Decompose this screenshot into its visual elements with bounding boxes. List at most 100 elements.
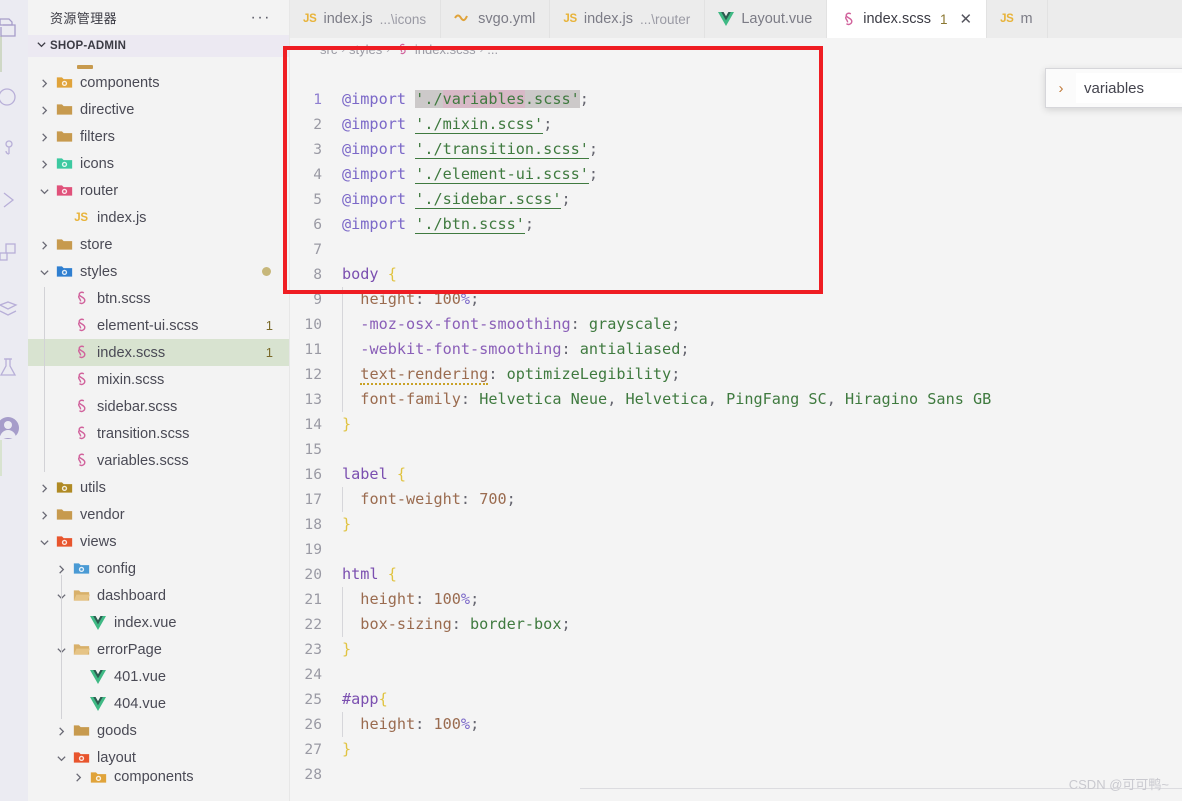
- code-line[interactable]: 23}: [290, 637, 1182, 662]
- tree-folder-config[interactable]: config: [28, 555, 289, 582]
- code-line[interactable]: 20 html {: [290, 562, 1182, 587]
- editor-tab-bar[interactable]: JS index.js ...\icons svgo.yml JS index.js...…: [290, 0, 1182, 38]
- editor-tab-index-js[interactable]: JS index.js ...\icons: [290, 0, 442, 38]
- code-line[interactable]: 24: [290, 662, 1182, 687]
- search-icon[interactable]: [0, 78, 28, 118]
- tree-twisty[interactable]: [53, 724, 70, 736]
- tree-file-404-vue[interactable]: 404.vue: [28, 690, 289, 717]
- extensions-icon[interactable]: [0, 232, 28, 272]
- tree-folder-goods[interactable]: goods: [28, 717, 289, 744]
- code-line[interactable]: 27}: [290, 737, 1182, 762]
- code-line[interactable]: 14}: [290, 412, 1182, 437]
- chevron-right-icon[interactable]: [56, 723, 67, 737]
- tree-twisty[interactable]: [36, 130, 53, 142]
- tree-folder-views[interactable]: views: [28, 528, 289, 555]
- tree-twisty[interactable]: [53, 562, 70, 574]
- tree-twisty[interactable]: [36, 103, 53, 115]
- explorer-icon[interactable]: [0, 8, 28, 48]
- code-line[interactable]: 7: [290, 237, 1182, 262]
- chevron-right-icon[interactable]: [73, 770, 84, 784]
- code-line[interactable]: 2 @import './mixin.scss';: [290, 112, 1182, 137]
- tree-twisty[interactable]: [36, 481, 53, 493]
- code-line[interactable]: 25 #app{: [290, 687, 1182, 712]
- tree-twisty[interactable]: [70, 771, 87, 783]
- chevron-right-icon[interactable]: [39, 156, 50, 170]
- code-line[interactable]: 5 @import './sidebar.scss';: [290, 187, 1182, 212]
- tree-twisty[interactable]: [36, 535, 53, 547]
- code-line[interactable]: 4 @import './element-ui.scss';: [290, 162, 1182, 187]
- run-debug-icon[interactable]: [0, 180, 28, 220]
- tree-folder-styles[interactable]: styles: [28, 258, 289, 285]
- code-line[interactable]: 16 label {: [290, 462, 1182, 487]
- tree-folder-vendor[interactable]: vendor: [28, 501, 289, 528]
- remote-explorer-icon[interactable]: [0, 290, 28, 330]
- code-lines[interactable]: 1 @import './variables.scss'; 2 @import './…: [290, 87, 1182, 801]
- code-editor[interactable]: 1 @import './variables.scss'; 2 @import './…: [290, 61, 1182, 801]
- tree-file-btn-scss[interactable]: btn.scss: [28, 285, 289, 312]
- code-line[interactable]: 12 text-rendering: optimizeLegibility;: [290, 362, 1182, 387]
- code-line[interactable]: 28: [290, 762, 1182, 787]
- chevron-right-icon[interactable]: [56, 561, 67, 575]
- tree-folder-layout[interactable]: layout: [28, 744, 289, 771]
- tree-twisty[interactable]: [36, 184, 53, 196]
- close-icon[interactable]: ✕: [959, 12, 972, 27]
- code-line[interactable]: 17 font-weight: 700;: [290, 487, 1182, 512]
- explorer-more-actions-icon[interactable]: ···: [251, 9, 283, 25]
- chevron-down-icon[interactable]: [39, 534, 50, 548]
- tree-folder-components[interactable]: components: [28, 69, 289, 96]
- code-line[interactable]: 8 body {: [290, 262, 1182, 287]
- tree-folder-utils[interactable]: utils: [28, 474, 289, 501]
- tree-file-index-scss[interactable]: index.scss 1: [28, 339, 289, 366]
- tree-twisty[interactable]: [53, 751, 70, 763]
- rename-peek-widget[interactable]: ›: [1045, 68, 1182, 108]
- tree-folder-errorpage[interactable]: errorPage: [28, 636, 289, 663]
- chevron-right-icon[interactable]: ›: [1046, 80, 1076, 97]
- chevron-right-icon[interactable]: [39, 507, 50, 521]
- breadcrumb-item[interactable]: ...: [487, 42, 498, 57]
- rename-input[interactable]: [1076, 73, 1182, 103]
- tree-twisty[interactable]: [36, 157, 53, 169]
- source-control-icon[interactable]: [0, 128, 28, 168]
- chevron-down-icon[interactable]: [39, 183, 50, 197]
- code-line[interactable]: 3 @import './transition.scss';: [290, 137, 1182, 162]
- tree-folder-icons[interactable]: icons: [28, 150, 289, 177]
- tree-twisty[interactable]: [36, 508, 53, 520]
- tree-twisty[interactable]: [36, 238, 53, 250]
- test-beaker-icon[interactable]: [0, 348, 28, 388]
- tree-file-transition-scss[interactable]: transition.scss: [28, 420, 289, 447]
- chevron-right-icon[interactable]: [39, 75, 50, 89]
- tree-file-element-ui-scss[interactable]: element-ui.scss 1: [28, 312, 289, 339]
- editor-tab-m[interactable]: JS m: [987, 0, 1048, 38]
- tree-file-401-vue[interactable]: 401.vue: [28, 663, 289, 690]
- code-line[interactable]: 19: [290, 537, 1182, 562]
- chevron-down-icon[interactable]: [56, 750, 67, 764]
- chevron-right-icon[interactable]: [39, 480, 50, 494]
- tree-twisty[interactable]: [36, 265, 53, 277]
- code-line[interactable]: 9 height: 100%;: [290, 287, 1182, 312]
- breadcrumb[interactable]: src › styles › index.scss ›...: [290, 38, 1182, 61]
- tree-folder-router[interactable]: router: [28, 177, 289, 204]
- account-avatar-icon[interactable]: [0, 408, 28, 448]
- code-line[interactable]: 11 -webkit-font-smoothing: antialiased;: [290, 337, 1182, 362]
- tree-folder-filters[interactable]: filters: [28, 123, 289, 150]
- tree-file-variables-scss[interactable]: variables.scss: [28, 447, 289, 474]
- chevron-right-icon[interactable]: [39, 102, 50, 116]
- code-line[interactable]: 26 height: 100%;: [290, 712, 1182, 737]
- tree-folder-dashboard[interactable]: dashboard: [28, 582, 289, 609]
- code-line[interactable]: 13 font-family: Helvetica Neue, Helvetic…: [290, 387, 1182, 412]
- code-line[interactable]: 10 -moz-osx-font-smoothing: grayscale;: [290, 312, 1182, 337]
- tree-file-sidebar-scss[interactable]: sidebar.scss: [28, 393, 289, 420]
- workspace-root-header[interactable]: SHOP-ADMIN: [28, 35, 289, 57]
- editor-tab-layout-vue[interactable]: Layout.vue: [705, 0, 828, 38]
- code-line[interactable]: 22 box-sizing: border-box;: [290, 612, 1182, 637]
- tree-file-mixin-scss[interactable]: mixin.scss: [28, 366, 289, 393]
- breadcrumb-item[interactable]: src: [320, 42, 337, 57]
- code-line[interactable]: 21 height: 100%;: [290, 587, 1182, 612]
- tree-folder-store[interactable]: store: [28, 231, 289, 258]
- file-tree[interactable]: components directive filters icons route…: [28, 57, 289, 801]
- tree-file-index-js[interactable]: JS index.js: [28, 204, 289, 231]
- chevron-down-icon[interactable]: [39, 264, 50, 278]
- tree-folder-directive[interactable]: directive: [28, 96, 289, 123]
- tree-file-index-vue[interactable]: index.vue: [28, 609, 289, 636]
- code-line[interactable]: 18}: [290, 512, 1182, 537]
